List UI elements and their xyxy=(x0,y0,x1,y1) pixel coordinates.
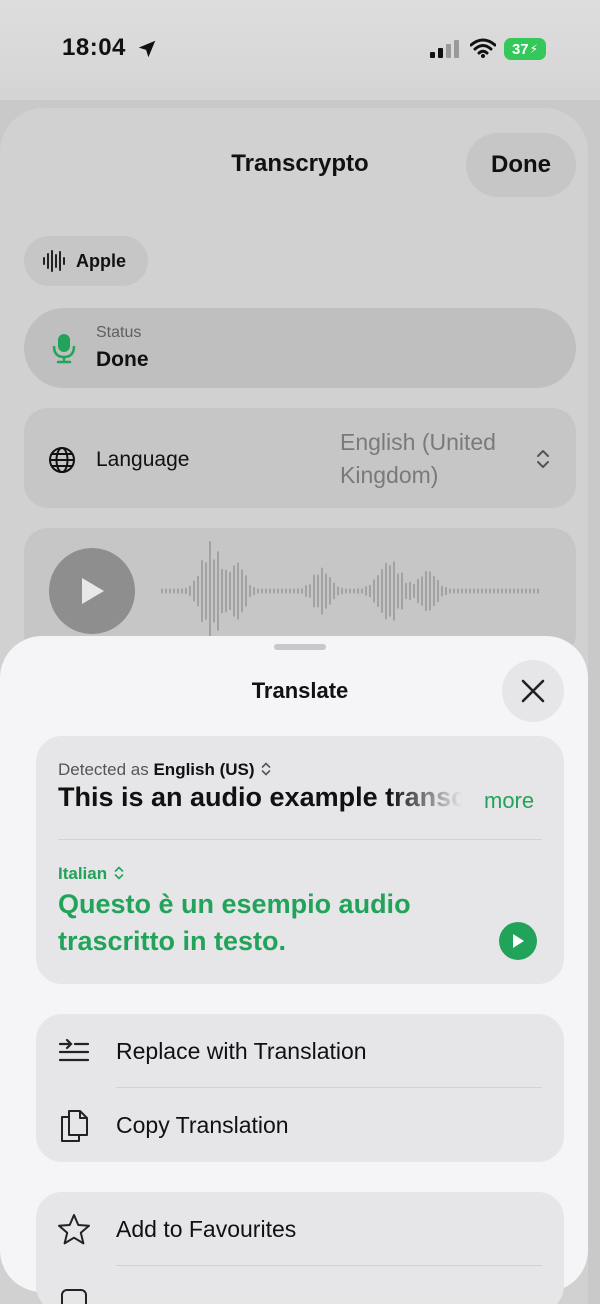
detected-language: English (US) xyxy=(153,760,255,779)
cellular-signal-icon xyxy=(430,40,459,58)
audio-waveform[interactable] xyxy=(160,536,540,646)
detected-prefix: Detected as xyxy=(58,760,149,779)
more-link[interactable]: more xyxy=(484,788,534,814)
wifi-icon xyxy=(470,38,496,58)
play-icon xyxy=(513,934,524,948)
clock-time: 18:04 xyxy=(62,34,126,61)
sheet-grabber[interactable] xyxy=(274,644,326,650)
actions-group: Replace with Translation Copy Translatio… xyxy=(36,1014,564,1162)
add-to-favourites-row[interactable]: Add to Favourites xyxy=(36,1192,564,1266)
language-row[interactable]: Language English (United Kingdom) xyxy=(24,408,576,508)
target-language-selector[interactable]: Italian xyxy=(58,864,124,884)
replace-lines-icon xyxy=(58,1038,90,1062)
copy-doc-icon xyxy=(61,1110,88,1142)
microphone-icon xyxy=(52,334,76,364)
detected-language-line[interactable]: Detected as English (US) xyxy=(58,760,271,780)
next-action-row[interactable] xyxy=(36,1266,564,1304)
status-value: Done xyxy=(96,348,149,371)
engine-chip-label: Apple xyxy=(76,250,127,271)
battery-level: 37 xyxy=(511,40,529,58)
battery-indicator: 37 ⚡ xyxy=(504,38,546,60)
language-value[interactable]: English (United Kingdom) xyxy=(340,426,530,492)
status-label: Status xyxy=(96,324,142,341)
add-to-favourites-label: Add to Favourites xyxy=(116,1215,297,1242)
star-icon xyxy=(58,1214,90,1245)
bolt-icon: ⚡ xyxy=(529,42,539,56)
chevron-up-down-icon xyxy=(114,866,124,880)
copy-translation-row[interactable]: Copy Translation xyxy=(36,1088,564,1162)
favourites-group: Add to Favourites xyxy=(36,1192,564,1304)
done-button[interactable]: Done xyxy=(466,133,576,197)
source-text: This is an audio example transcribed int… xyxy=(58,782,462,812)
close-icon xyxy=(521,679,545,703)
translation-card: Detected as English (US) This is an audi… xyxy=(36,736,564,984)
play-translation-button[interactable] xyxy=(499,922,537,960)
status-bar: 18:04 37 ⚡ xyxy=(0,0,600,100)
play-button[interactable] xyxy=(49,548,135,634)
globe-icon xyxy=(49,447,75,473)
target-language: Italian xyxy=(58,864,108,883)
more-action-icon xyxy=(61,1289,87,1304)
chevron-up-down-icon xyxy=(261,762,271,776)
language-label: Language xyxy=(96,448,190,471)
replace-with-translation-label: Replace with Translation xyxy=(116,1037,367,1064)
copy-translation-label: Copy Translation xyxy=(116,1111,289,1138)
status-card: Status Done xyxy=(24,308,576,388)
engine-chip[interactable]: Apple xyxy=(24,236,148,286)
replace-with-translation-row[interactable]: Replace with Translation xyxy=(36,1014,564,1088)
waveform-icon xyxy=(43,250,65,272)
location-arrow-icon xyxy=(138,40,156,58)
play-icon xyxy=(82,578,104,604)
chevron-up-down-icon xyxy=(537,450,549,468)
close-button[interactable] xyxy=(502,660,564,722)
